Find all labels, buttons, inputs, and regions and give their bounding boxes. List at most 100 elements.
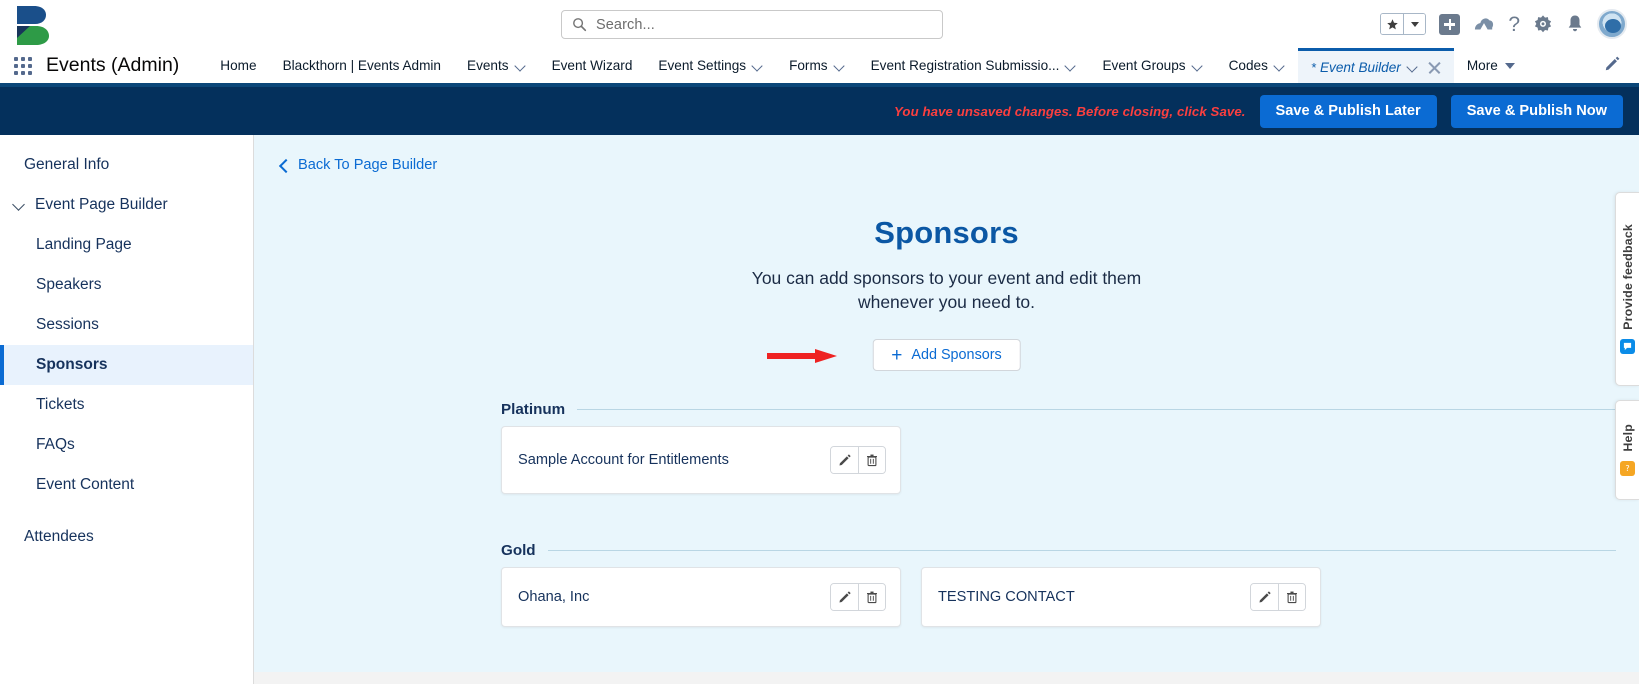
close-icon[interactable]	[1428, 61, 1441, 74]
user-avatar[interactable]	[1597, 9, 1627, 39]
cloud-setup-icon[interactable]	[1473, 14, 1495, 34]
sidebar-item-label: Event Content	[36, 476, 135, 493]
nav-tab-event-settings[interactable]: Event Settings	[645, 48, 776, 83]
nav-tab-event-builder[interactable]: * Event Builder	[1297, 48, 1454, 83]
sidebar-item-speakers[interactable]: Speakers	[0, 265, 253, 305]
app-navigation-bar: Events (Admin) Home Blackthorn | Events …	[0, 48, 1639, 87]
edit-sponsor-button[interactable]	[831, 447, 858, 474]
sidebar-item-label: Event Page Builder	[35, 196, 168, 213]
search-icon	[572, 17, 587, 32]
nav-tab-label: Codes	[1228, 58, 1268, 73]
search-input[interactable]: Search...	[561, 10, 943, 39]
pencil-edit-icon	[838, 454, 851, 466]
chevron-down-icon[interactable]	[11, 197, 27, 213]
red-arrow-annotation	[767, 349, 837, 364]
nav-tab-event-registration-submissions[interactable]: Event Registration Submissio...	[858, 48, 1090, 83]
sidebar-item-faqs[interactable]: FAQs	[0, 425, 253, 465]
chevron-down-icon[interactable]	[516, 61, 526, 71]
nav-tab-events[interactable]: Events	[454, 48, 539, 83]
sidebar-item-event-content[interactable]: Event Content	[0, 465, 253, 505]
feedback-badge-icon	[1620, 338, 1635, 354]
favorites-star-icon[interactable]	[1381, 14, 1404, 34]
unsaved-changes-message: You have unsaved changes. Before closing…	[894, 103, 1246, 119]
app-name-label: Events (Admin)	[46, 54, 180, 76]
delete-sponsor-button[interactable]	[858, 584, 885, 611]
sidebar-item-sessions[interactable]: Sessions	[0, 305, 253, 345]
nav-tab-label: Event Builder	[1319, 59, 1401, 75]
nav-tab-label: Event Wizard	[551, 58, 633, 73]
search-placeholder: Search...	[596, 16, 655, 33]
nav-tab-forms[interactable]: Forms	[776, 48, 858, 83]
sidebar-item-attendees[interactable]: Attendees	[0, 517, 253, 557]
chevron-down-icon[interactable]	[1066, 61, 1076, 71]
setup-gear-icon[interactable]	[1533, 14, 1553, 34]
chevron-left-icon	[277, 159, 289, 171]
delete-sponsor-button[interactable]	[858, 447, 885, 474]
blackthorn-logo-svg	[17, 6, 49, 45]
main-content: Back To Page Builder Sponsors You can ad…	[254, 135, 1639, 684]
nav-tab-event-groups[interactable]: Event Groups	[1089, 48, 1215, 83]
nav-tab-home[interactable]: Home	[207, 48, 269, 83]
favorites-dropdown-icon[interactable]	[1403, 14, 1426, 34]
chevron-down-icon[interactable]	[1408, 62, 1418, 72]
pencil-edit-icon	[838, 591, 851, 603]
tier-divider	[577, 409, 1616, 411]
sidebar-item-label: Sponsors	[36, 356, 108, 373]
chevron-down-icon[interactable]	[753, 61, 763, 71]
notifications-bell-icon[interactable]	[1566, 14, 1584, 34]
provide-feedback-tab[interactable]: Provide feedback	[1615, 192, 1639, 386]
help-badge-icon: ?	[1620, 460, 1635, 476]
sponsor-card[interactable]: Ohana, Inc	[501, 567, 901, 628]
add-sponsors-button[interactable]: + Add Sponsors	[872, 339, 1021, 372]
sponsor-card[interactable]: TESTING CONTACT	[921, 567, 1321, 628]
app-launcher-icon[interactable]	[0, 48, 46, 83]
nav-items: Home Blackthorn | Events Admin Events Ev…	[207, 48, 1528, 83]
add-sponsors-row: + Add Sponsors	[254, 339, 1639, 372]
sidebar-item-general-info[interactable]: General Info	[0, 145, 253, 185]
unsaved-changes-bar: You have unsaved changes. Before closing…	[0, 87, 1639, 135]
save-and-publish-now-button[interactable]: Save & Publish Now	[1450, 94, 1623, 128]
favorites-group[interactable]	[1380, 13, 1427, 35]
back-link-label: Back To Page Builder	[298, 157, 438, 173]
back-to-page-builder-link[interactable]: Back To Page Builder	[254, 135, 437, 173]
sidebar-item-landing-page[interactable]: Landing Page	[0, 225, 253, 265]
add-icon[interactable]	[1439, 13, 1461, 35]
help-tab[interactable]: Help ?	[1615, 400, 1639, 500]
sidebar-item-label: Speakers	[36, 276, 102, 293]
help-question-icon[interactable]: ?	[1508, 14, 1520, 35]
right-rail: Provide feedback Help ?	[1613, 135, 1639, 684]
page-title: Sponsors	[874, 215, 1019, 250]
sponsor-actions	[830, 446, 886, 475]
nav-tab-blackthorn-events-admin[interactable]: Blackthorn | Events Admin	[270, 48, 454, 83]
app-root: Search... ? Events (Admin) Home Blacktho…	[0, 0, 1639, 684]
nav-tab-label: Event Settings	[658, 58, 747, 73]
edit-sponsor-button[interactable]	[831, 584, 858, 611]
nav-edit-button[interactable]	[1604, 48, 1639, 83]
chevron-down-icon[interactable]	[1275, 61, 1285, 71]
sidebar-item-tickets[interactable]: Tickets	[0, 385, 253, 425]
chevron-down-icon[interactable]	[835, 61, 845, 71]
blackthorn-logo[interactable]	[14, 4, 54, 46]
sidebar-item-label: Landing Page	[36, 236, 132, 253]
header-icon-group: ?	[1380, 0, 1627, 48]
nav-tab-more[interactable]: More	[1454, 48, 1528, 83]
save-and-publish-later-button[interactable]: Save & Publish Later	[1259, 94, 1437, 128]
provide-feedback-label: Provide feedback	[1620, 224, 1635, 330]
nav-tab-label: Event Groups	[1102, 58, 1186, 73]
caret-down-icon[interactable]	[1504, 62, 1515, 69]
chevron-down-icon[interactable]	[1193, 61, 1203, 71]
nav-tab-label: More	[1466, 58, 1498, 73]
sidebar-item-sponsors[interactable]: Sponsors	[0, 345, 253, 385]
sponsor-tier-gold: Gold Ohana, Inc TESTING CONTACT	[254, 542, 1639, 628]
sponsor-actions	[1250, 583, 1306, 612]
edit-sponsor-button[interactable]	[1251, 584, 1278, 611]
bottom-scroll-strip	[254, 672, 1639, 684]
sidebar-item-event-page-builder[interactable]: Event Page Builder	[0, 185, 253, 225]
nav-tab-event-wizard[interactable]: Event Wizard	[539, 48, 646, 83]
delete-sponsor-button[interactable]	[1278, 584, 1305, 611]
nav-tab-codes[interactable]: Codes	[1216, 48, 1298, 83]
sponsor-name: Sample Account for Entitlements	[518, 451, 729, 468]
add-sponsors-label: Add Sponsors	[911, 347, 1002, 364]
sponsor-card[interactable]: Sample Account for Entitlements	[501, 426, 901, 495]
pencil-edit-icon	[1604, 55, 1621, 77]
